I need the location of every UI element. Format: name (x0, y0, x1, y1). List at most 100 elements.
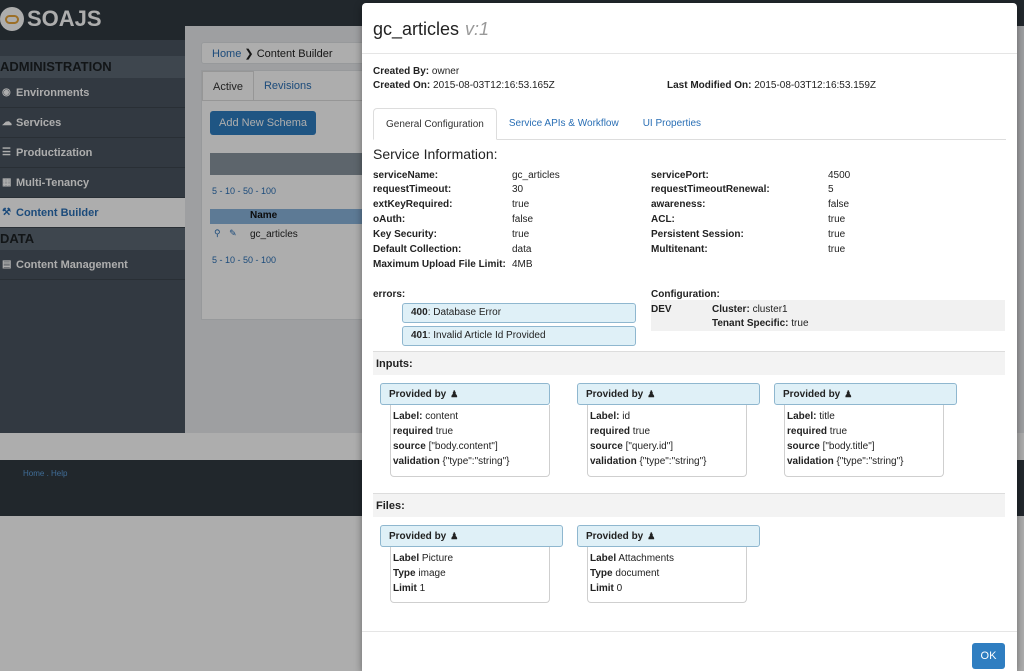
config-env: DEV (651, 304, 672, 315)
value-label: id (622, 411, 631, 422)
field-value: true (828, 214, 846, 225)
field-value: 30 (512, 184, 524, 195)
field-label: serviceName: (373, 170, 439, 181)
config-tenant: Tenant Specific: true (712, 318, 809, 329)
error-code: 400 (411, 307, 428, 318)
key-source: source (590, 441, 623, 452)
value-label: title (819, 411, 835, 422)
config-cluster-value: cluster1 (752, 304, 788, 315)
field-label: awareness: (651, 199, 706, 210)
value-validation: {"type":"string"} (442, 456, 510, 467)
configuration-label: Configuration: (651, 289, 720, 300)
field-label: extKeyRequired: (373, 199, 453, 210)
value-required: true (632, 426, 651, 437)
key-label: Label (590, 553, 617, 564)
ok-button[interactable]: OK (972, 643, 1005, 669)
key-required: required (590, 426, 631, 437)
card-body: Label: id required true source ["query.i… (587, 405, 747, 477)
error-item: 400: Database Error (402, 303, 636, 323)
modal-footer-divider (362, 631, 1017, 632)
key-limit: Limit (393, 583, 417, 594)
key-required: required (393, 426, 434, 437)
key-limit: Limit (590, 583, 614, 594)
card-body: Label Attachments Type document Limit 0 (587, 547, 747, 603)
field-value: false (512, 214, 534, 225)
field-label: requestTimeout: (373, 184, 452, 195)
key-type: Type (393, 568, 416, 579)
key-validation: validation (393, 456, 440, 467)
value-validation: {"type":"string"} (639, 456, 707, 467)
field-label: oAuth: (373, 214, 406, 225)
key-label: Label: (393, 411, 423, 422)
schema-name: gc_articles (373, 19, 460, 39)
key-type: Type (590, 568, 613, 579)
field-label: ACL: (651, 214, 675, 225)
value-type: document (615, 568, 660, 579)
created-on-value: 2015-08-03T12:16:53.165Z (433, 80, 555, 91)
key-label: Label: (590, 411, 620, 422)
field-value: 4500 (828, 170, 851, 181)
card-header: Provided by ♟ (380, 525, 563, 547)
field-label: Maximum Upload File Limit: (373, 259, 506, 270)
user-icon: ♟ (844, 389, 853, 399)
config-cluster: Cluster: cluster1 (712, 304, 788, 315)
schema-version: v:1 (465, 19, 490, 39)
value-label: Attachments (618, 553, 674, 564)
card-header: Provided by ♟ (380, 383, 550, 405)
field-value: false (828, 199, 850, 210)
created-by-label: Created By: (373, 66, 430, 77)
field-value: gc_articles (512, 170, 560, 181)
field-label: servicePort: (651, 170, 709, 181)
key-label: Label (393, 553, 420, 564)
value-label: Picture (421, 553, 454, 564)
field-value: 5 (828, 184, 834, 195)
last-modified-label: Last Modified On: (667, 80, 752, 91)
card-header: Provided by ♟ (577, 525, 760, 547)
user-icon: ♟ (450, 389, 459, 399)
tab-service-apis-workflow[interactable]: Service APIs & Workflow (497, 108, 631, 139)
value-validation: {"type":"string"} (836, 456, 904, 467)
card-header: Provided by ♟ (577, 383, 760, 405)
tab-general-configuration[interactable]: General Configuration (373, 108, 497, 140)
created-by: Created By: owner (373, 66, 459, 77)
configuration-table (651, 300, 1005, 331)
files-title: Files: (373, 493, 1005, 517)
card-body: Label Picture Type image Limit 1 (390, 547, 550, 603)
key-source: source (787, 441, 820, 452)
errors-label: errors: (373, 289, 406, 300)
tab-ui-properties[interactable]: UI Properties (631, 108, 713, 139)
created-on-label: Created On: (373, 80, 431, 91)
field-value: true (828, 229, 846, 240)
provided-by-label: Provided by (389, 531, 447, 542)
key-label: Label: (787, 411, 817, 422)
value-type: image (418, 568, 446, 579)
key-validation: validation (590, 456, 637, 467)
field-value: true (512, 229, 530, 240)
last-modified-value: 2015-08-03T12:16:53.159Z (754, 80, 876, 91)
created-by-value: owner (431, 66, 460, 77)
field-label: Persistent Session: (651, 229, 744, 240)
field-value: true (828, 244, 846, 255)
value-source: ["query.id"] (625, 441, 674, 452)
error-message: : Database Error (427, 307, 502, 318)
field-value: data (512, 244, 532, 255)
card-body: Label: title required true source ["body… (784, 405, 944, 477)
value-limit: 0 (616, 583, 623, 594)
user-icon: ♟ (647, 531, 656, 541)
field-label: Default Collection: (373, 244, 462, 255)
field-label: Key Security: (373, 229, 437, 240)
key-required: required (787, 426, 828, 437)
key-source: source (393, 441, 426, 452)
card-header: Provided by ♟ (774, 383, 957, 405)
schema-detail-modal: gc_articles v:1 Created By: owner Created… (362, 3, 1017, 671)
modal-tabs: General Configuration Service APIs & Wor… (373, 108, 1006, 140)
modal-title: gc_articles v:1 (373, 19, 489, 39)
user-icon: ♟ (647, 389, 656, 399)
user-icon: ♟ (450, 531, 459, 541)
error-item: 401: Invalid Article Id Provided (402, 326, 636, 346)
field-label: requestTimeoutRenewal: (651, 184, 770, 195)
provided-by-label: Provided by (783, 389, 841, 400)
config-cluster-label: Cluster: (712, 304, 750, 315)
field-value: true (512, 199, 530, 210)
config-tenant-value: true (791, 318, 809, 329)
